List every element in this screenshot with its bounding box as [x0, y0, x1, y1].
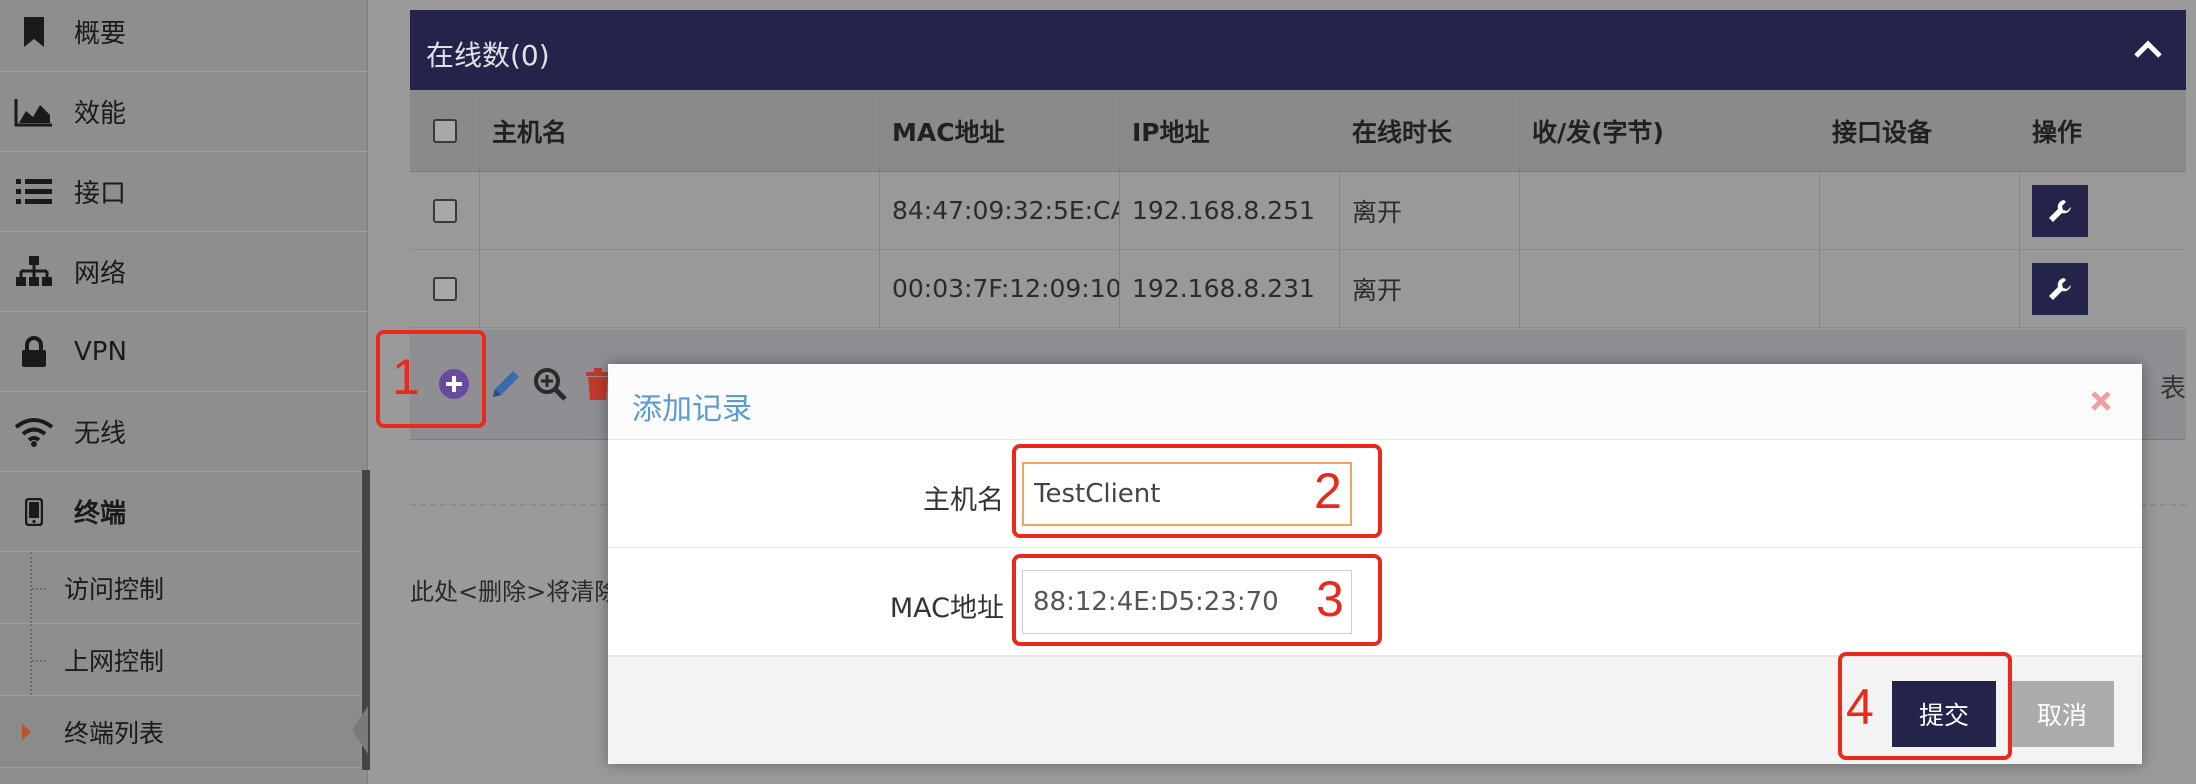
- hostname-label: 主机名: [923, 485, 1004, 516]
- sidebar-item-overview[interactable]: 概要: [0, 0, 368, 72]
- table-row: 84:47:09:32:5E:CA 192.168.8.251 离开: [410, 172, 2186, 250]
- annotation-number: 2: [1314, 463, 1342, 519]
- sidebar-item-label: 概要: [74, 19, 127, 49]
- lock-icon: [14, 332, 54, 372]
- panel-title: 在线数(0): [426, 39, 550, 72]
- annotation-number: 4: [1846, 679, 1874, 735]
- sidebar-item-label: 无线: [74, 419, 127, 449]
- action-cell: [2020, 172, 2186, 249]
- mac-cell: 00:03:7F:12:09:10: [880, 250, 1120, 327]
- sidebar-item-performance[interactable]: 效能: [0, 72, 368, 152]
- active-indicator: [352, 706, 368, 754]
- settings-button[interactable]: [2032, 184, 2088, 237]
- duration-cell: 离开: [1340, 250, 1520, 327]
- edit-icon[interactable]: [484, 362, 528, 406]
- sidebar-subitem-access-control[interactable]: 访问控制: [0, 552, 360, 624]
- mac-label: MAC地址: [889, 593, 1004, 624]
- interface-cell: [1820, 172, 2020, 249]
- chevron-up-icon[interactable]: [2130, 32, 2166, 68]
- hostname-cell: [480, 250, 880, 327]
- column-header: 操作: [2032, 117, 2083, 147]
- annotation-number: 1: [392, 349, 420, 405]
- sitemap-icon: [14, 252, 54, 292]
- wrench-icon: [2049, 277, 2071, 300]
- sidebar-item-network[interactable]: 网络: [0, 232, 368, 312]
- table-header-row: 主机名 MAC地址 IP地址 在线时长 收/发(字节) 接口设备 操作: [410, 90, 2186, 172]
- footnote-text: 此处<删除>将清除: [410, 578, 610, 606]
- sidebar-subitem-label: 终端列表: [64, 718, 165, 748]
- traffic-cell: [1520, 172, 1820, 249]
- panel-header: 在线数(0): [410, 10, 2186, 90]
- duration-cell: 离开: [1340, 172, 1520, 249]
- sidebar-item-label: 效能: [74, 99, 127, 129]
- sidebar-item-label: VPN: [74, 336, 127, 367]
- sidebar-item-wireless[interactable]: 无线: [0, 392, 368, 472]
- close-icon[interactable]: [2086, 386, 2116, 416]
- sidebar-item-terminal[interactable]: 终端: [0, 472, 368, 552]
- column-header[interactable]: 主机名: [480, 90, 880, 171]
- bookmark-icon: [14, 12, 54, 52]
- mobile-icon: [14, 492, 54, 532]
- ip-cell: 192.168.8.251: [1120, 172, 1340, 249]
- wrench-icon: [2049, 199, 2071, 222]
- sidebar-item-label: 接口: [74, 179, 127, 209]
- row-checkbox[interactable]: [432, 276, 457, 301]
- sidebar-subitem-terminal-list[interactable]: 终端列表: [0, 696, 360, 768]
- zoom-in-icon[interactable]: [528, 362, 572, 406]
- toolbar-edge-text: 表: [2160, 374, 2186, 404]
- wifi-icon: [14, 412, 54, 452]
- sidebar-item-interface[interactable]: 接口: [0, 152, 368, 232]
- sidebar-item-label: 网络: [74, 259, 127, 289]
- sidebar-item-label: 终端: [74, 499, 127, 529]
- header-checkbox-cell: [410, 90, 480, 171]
- column-header[interactable]: 在线时长: [1340, 90, 1520, 171]
- settings-button[interactable]: [2032, 262, 2088, 315]
- caret-right-icon: [22, 723, 31, 740]
- tree-connector: [30, 552, 50, 623]
- list-icon: [14, 172, 54, 212]
- row-checkbox-cell: [410, 172, 480, 249]
- area-chart-icon: [14, 92, 54, 132]
- tree-connector: [30, 624, 50, 695]
- sidebar: 概要 效能 接口 网络 VPN 无线 终端 访问控制 上网控制 终端列表: [0, 0, 370, 784]
- column-header[interactable]: 收/发(字节): [1520, 90, 1820, 171]
- table-row: 00:03:7F:12:09:10 192.168.8.231 离开: [410, 250, 2186, 328]
- hostname-cell: [480, 172, 880, 249]
- sidebar-subitem-label: 上网控制: [64, 646, 165, 676]
- dialog-header: 添加记录: [608, 364, 2142, 440]
- mac-cell: 84:47:09:32:5E:CA: [880, 172, 1120, 249]
- traffic-cell: [1520, 250, 1820, 327]
- select-all-checkbox[interactable]: [432, 118, 457, 143]
- row-checkbox[interactable]: [432, 198, 457, 223]
- column-header[interactable]: IP地址: [1120, 90, 1340, 171]
- ip-cell: 192.168.8.231: [1120, 250, 1340, 327]
- dialog-title: 添加记录: [632, 392, 752, 427]
- annotation-number: 3: [1316, 571, 1344, 627]
- column-header[interactable]: 接口设备: [1820, 90, 2020, 171]
- interface-cell: [1820, 250, 2020, 327]
- action-cell: [2020, 250, 2186, 327]
- sidebar-subitem-label: 访问控制: [64, 574, 165, 604]
- cancel-button[interactable]: 取消: [2010, 681, 2114, 747]
- column-header[interactable]: MAC地址: [880, 90, 1120, 171]
- sidebar-item-vpn[interactable]: VPN: [0, 312, 368, 392]
- sidebar-subitem-internet-control[interactable]: 上网控制: [0, 624, 360, 696]
- row-checkbox-cell: [410, 250, 480, 327]
